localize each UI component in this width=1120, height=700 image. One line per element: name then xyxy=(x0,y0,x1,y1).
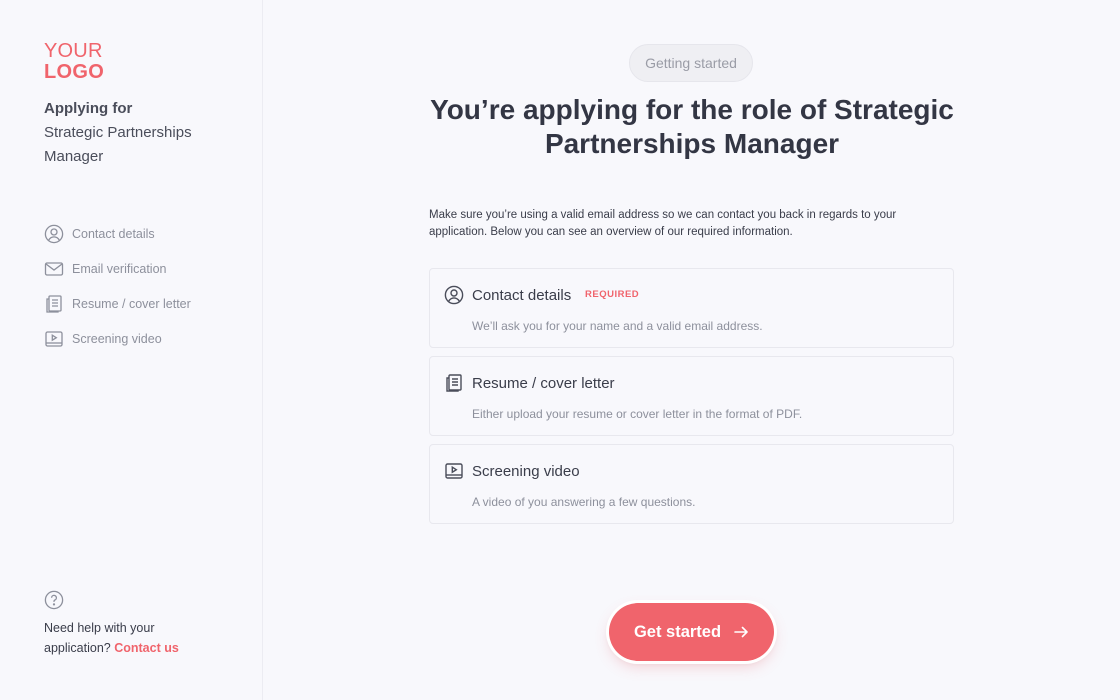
step-screening-video[interactable]: Screening video xyxy=(44,321,191,356)
help-section: Need help with your application? Contact… xyxy=(44,590,244,658)
arrow-right-icon xyxy=(733,624,749,640)
step-resume-cover-letter[interactable]: Resume / cover letter xyxy=(44,286,191,321)
intro-text: Make sure you’re using a valid email add… xyxy=(429,209,897,238)
card-description: We’ll ask you for your name and a valid … xyxy=(472,319,763,333)
user-circle-icon xyxy=(444,285,464,305)
page-title: You’re applying for the role of Strategi… xyxy=(430,94,954,159)
requirement-card-contact-details: Contact details REQUIRED We’ll ask you f… xyxy=(429,268,954,348)
video-icon xyxy=(444,461,464,481)
envelope-icon xyxy=(44,259,64,279)
card-description: Either upload your resume or cover lette… xyxy=(472,407,803,421)
logo-line-1: YOUR xyxy=(44,40,103,62)
step-email-verification[interactable]: Email verification xyxy=(44,251,191,286)
contact-us-link[interactable]: Contact us xyxy=(114,641,179,655)
video-icon xyxy=(44,329,64,349)
logo[interactable]: YOUR LOGO xyxy=(44,41,104,82)
help-text-line-1: Need help with your xyxy=(44,621,155,635)
applying-for-role: Strategic Partnerships Manager xyxy=(44,124,192,165)
document-icon xyxy=(44,294,64,314)
sidebar: YOUR LOGO Applying for Strategic Partner… xyxy=(0,0,263,700)
card-description: A video of you answering a few questions… xyxy=(472,495,696,509)
user-circle-icon xyxy=(44,224,64,244)
logo-line-2: LOGO xyxy=(44,61,105,83)
step-label: Email verification xyxy=(72,261,167,276)
help-text: Need help with your application? Contact… xyxy=(44,618,244,658)
getting-started-badge: Getting started xyxy=(629,44,753,82)
requirement-card-screening-video: Screening video A video of you answering… xyxy=(429,444,954,524)
applying-for-title: Applying for xyxy=(44,100,133,117)
applying-for-section: Applying for Strategic Partnerships Mana… xyxy=(44,99,244,169)
step-label: Screening video xyxy=(72,331,162,346)
get-started-label: Get started xyxy=(633,622,722,641)
help-text-line-2: application? xyxy=(44,641,111,655)
requirement-card-resume: Resume / cover letter Either upload your… xyxy=(429,356,954,436)
card-title: Screening video xyxy=(472,463,580,480)
required-badge: REQUIRED xyxy=(585,289,640,300)
step-label: Resume / cover letter xyxy=(72,296,191,311)
step-label: Contact details xyxy=(72,226,155,241)
step-contact-details[interactable]: Contact details xyxy=(44,216,191,251)
question-circle-icon xyxy=(44,590,64,610)
document-icon xyxy=(444,373,464,393)
card-title: Resume / cover letter xyxy=(472,375,615,392)
step-list: Contact details Email verification Resum… xyxy=(44,216,191,356)
card-title: Contact details xyxy=(472,287,572,304)
get-started-button[interactable]: Get started xyxy=(609,603,774,661)
